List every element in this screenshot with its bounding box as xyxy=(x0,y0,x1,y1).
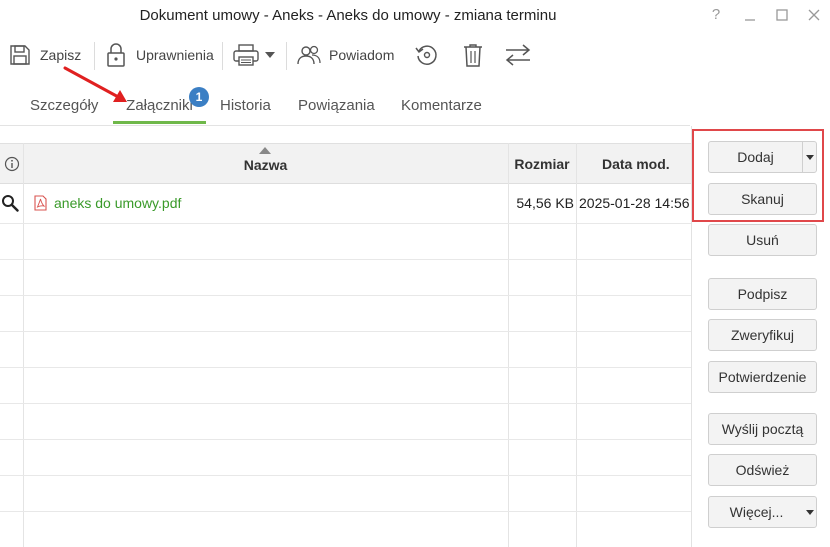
row-divider xyxy=(0,511,691,512)
highlight-box xyxy=(692,129,824,222)
chevron-down-icon xyxy=(806,510,814,515)
row-divider xyxy=(0,223,691,224)
printer-icon xyxy=(233,44,259,66)
sign-button[interactable]: Podpisz xyxy=(708,278,817,310)
column-header-size[interactable]: Rozmiar xyxy=(508,144,576,184)
chevron-down-icon xyxy=(265,52,275,58)
table-header: Nazwa Rozmiar Data mod. xyxy=(0,143,691,184)
maximize-icon xyxy=(776,9,788,21)
info-icon xyxy=(4,156,19,172)
attachments-table: Nazwa Rozmiar Data mod. aneks do umowy.p… xyxy=(0,143,691,547)
help-button[interactable]: ? xyxy=(704,4,728,26)
more-label: Więcej... xyxy=(729,504,784,520)
row-divider xyxy=(0,331,691,332)
refresh-button[interactable]: Odśwież xyxy=(708,454,817,486)
table-row[interactable]: aneks do umowy.pdf 54,56 KB 2025-01-28 1… xyxy=(0,184,691,223)
send-by-mail-button[interactable]: Wyślij pocztą xyxy=(708,413,817,445)
close-button[interactable] xyxy=(802,4,826,26)
toolbar-divider xyxy=(286,42,287,70)
users-icon xyxy=(297,45,321,65)
tab-powiazania[interactable]: Powiązania xyxy=(298,90,375,124)
restore-button[interactable] xyxy=(414,36,440,74)
tabs-divider xyxy=(0,125,690,126)
remove-button[interactable]: Usuń xyxy=(708,224,817,256)
sort-ascending-icon xyxy=(259,147,271,154)
row-divider xyxy=(0,403,691,404)
minimize-icon xyxy=(745,19,755,21)
verify-button[interactable]: Zweryfikuj xyxy=(708,319,817,351)
info-column-header[interactable] xyxy=(0,144,23,184)
annotation-arrow-icon xyxy=(63,66,127,102)
close-icon xyxy=(808,9,820,21)
tab-historia[interactable]: Historia xyxy=(220,90,271,124)
restore-icon xyxy=(415,45,437,65)
attachment-modified: 2025-01-28 14:56 xyxy=(579,195,690,211)
delete-button[interactable] xyxy=(461,36,485,74)
magnifier-icon xyxy=(2,195,19,212)
column-header-modified[interactable]: Data mod. xyxy=(576,144,691,184)
toolbar-divider xyxy=(222,42,223,70)
confirm-button[interactable]: Potwierdzenie xyxy=(708,361,817,393)
notify-button[interactable]: Powiadom xyxy=(295,36,394,74)
tab-komentarze[interactable]: Komentarze xyxy=(401,90,482,124)
print-button[interactable] xyxy=(232,36,276,74)
pdf-file-icon xyxy=(34,195,47,214)
attachment-size: 54,56 KB xyxy=(516,195,574,211)
row-divider xyxy=(0,295,691,296)
maximize-button[interactable] xyxy=(770,4,794,26)
trash-icon xyxy=(464,44,482,67)
row-divider xyxy=(0,367,691,368)
more-button[interactable]: Więcej... xyxy=(708,496,817,528)
column-header-name[interactable]: Nazwa xyxy=(23,144,508,184)
row-divider xyxy=(0,475,691,476)
row-divider xyxy=(0,259,691,260)
minimize-button[interactable] xyxy=(738,4,762,26)
row-divider xyxy=(0,439,691,440)
swap-arrows-icon xyxy=(505,44,531,66)
transfer-button[interactable] xyxy=(503,36,533,74)
preview-button[interactable] xyxy=(1,194,19,215)
attachment-file-link[interactable]: aneks do umowy.pdf xyxy=(54,195,181,211)
notify-label: Powiadom xyxy=(329,47,395,63)
